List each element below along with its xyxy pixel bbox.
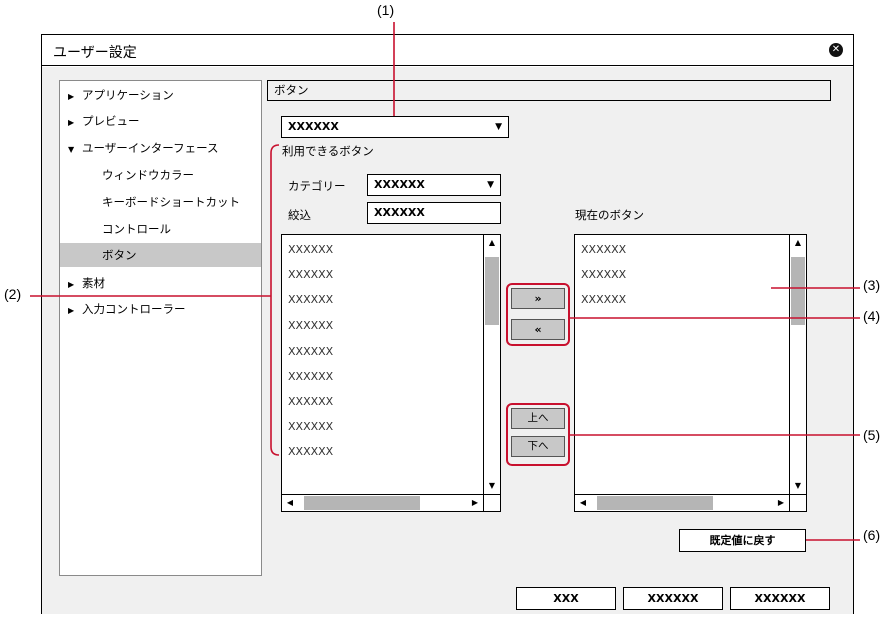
callout-4: (4): [863, 308, 881, 324]
category-dropdown[interactable]: XXXXXX ▼: [367, 174, 501, 196]
scroll-corner: [789, 494, 806, 511]
expand-arrow-icon: ▶: [68, 92, 75, 101]
collapse-arrow-icon: ▼: [68, 145, 75, 154]
available-buttons-label: 利用できるボタン: [282, 144, 374, 158]
tree-item-label: ボタン: [102, 248, 137, 262]
footer-button-1[interactable]: XXX: [516, 587, 616, 610]
vertical-scrollbar[interactable]: ▲ ▼: [789, 235, 806, 494]
move-down-button[interactable]: 下へ: [511, 436, 565, 457]
filter-label: 絞込: [288, 208, 311, 222]
scroll-down-icon[interactable]: ▼: [484, 478, 500, 494]
footer-button-3[interactable]: XXXXXX: [730, 587, 830, 610]
tree-item-label: アプリケーション: [82, 88, 174, 102]
dialog-title: ユーザー設定: [53, 45, 137, 61]
list-item[interactable]: XXXXXX: [581, 291, 626, 309]
chevron-down-icon: ▼: [495, 122, 502, 132]
close-icon[interactable]: ✕: [829, 43, 843, 57]
footer-button-2[interactable]: XXXXXX: [623, 587, 723, 610]
list-item[interactable]: XXXXXX: [288, 418, 333, 436]
list-item[interactable]: XXXXXX: [288, 266, 333, 284]
list-item[interactable]: XXXXXX: [288, 343, 333, 361]
scroll-thumb[interactable]: [597, 496, 713, 510]
list-item[interactable]: XXXXXX: [288, 241, 333, 259]
current-buttons-list[interactable]: XXXXXX XXXXXX XXXXXX ▲ ▼ ◀ ▶: [574, 234, 807, 512]
move-up-button[interactable]: 上へ: [511, 408, 565, 429]
tree-item-label: ウィンドウカラー: [102, 168, 194, 182]
tree-item-keyboard-shortcut[interactable]: キーボードショートカット: [102, 190, 258, 214]
target-dropdown[interactable]: XXXXXX ▼: [281, 116, 509, 138]
scroll-down-icon[interactable]: ▼: [790, 478, 806, 494]
expand-arrow-icon: ▶: [68, 280, 75, 289]
tree-item-window-color[interactable]: ウィンドウカラー: [102, 163, 258, 187]
list-item[interactable]: XXXXXX: [288, 317, 333, 335]
scroll-up-icon[interactable]: ▲: [790, 235, 806, 251]
scroll-right-icon[interactable]: ▶: [773, 495, 789, 511]
tree-item-application[interactable]: ▶ アプリケーション: [68, 83, 258, 107]
list-item[interactable]: XXXXXX: [581, 266, 626, 284]
tree-item-user-interface[interactable]: ▼ ユーザーインターフェース: [68, 136, 258, 160]
available-buttons-list[interactable]: XXXXXX XXXXXX XXXXXX XXXXXX XXXXXX XXXXX…: [281, 234, 501, 512]
tree-item-input-controller[interactable]: ▶ 入力コントローラー: [68, 297, 258, 321]
tree-item-preview[interactable]: ▶ プレビュー: [68, 109, 258, 133]
section-header: ボタン: [267, 80, 831, 101]
scroll-thumb[interactable]: [791, 257, 805, 325]
list-item[interactable]: XXXXXX: [288, 393, 333, 411]
current-buttons-label: 現在のボタン: [575, 208, 644, 222]
tree-item-buttons[interactable]: ボタン: [60, 243, 261, 267]
vertical-scrollbar[interactable]: ▲ ▼: [483, 235, 500, 494]
tree-item-control[interactable]: コントロール: [102, 217, 258, 241]
list-item[interactable]: XXXXXX: [288, 443, 333, 461]
tree-item-label: キーボードショートカット: [102, 195, 240, 209]
tree-item-label: コントロール: [102, 222, 171, 236]
title-bar: ユーザー設定 ✕: [42, 35, 853, 66]
tree-item-label: ユーザーインターフェース: [82, 141, 219, 155]
list-item[interactable]: XXXXXX: [288, 368, 333, 386]
expand-arrow-icon: ▶: [68, 306, 75, 315]
horizontal-scrollbar[interactable]: ◀ ▶: [282, 494, 483, 511]
tree-item-label: プレビュー: [82, 114, 140, 128]
callout-5: (5): [863, 427, 881, 443]
callout-6: (6): [863, 527, 881, 543]
chevron-down-icon: ▼: [487, 180, 494, 190]
scroll-thumb[interactable]: [304, 496, 420, 510]
target-dropdown-value: XXXXXX: [288, 120, 339, 133]
scroll-thumb[interactable]: [485, 257, 499, 325]
remove-button[interactable]: «: [511, 319, 565, 340]
callout-3: (3): [863, 277, 881, 293]
list-item[interactable]: XXXXXX: [581, 241, 626, 259]
callout-1: (1): [377, 2, 395, 18]
scroll-left-icon[interactable]: ◀: [575, 495, 591, 511]
scroll-up-icon[interactable]: ▲: [484, 235, 500, 251]
scroll-right-icon[interactable]: ▶: [467, 495, 483, 511]
tree-item-label: 入力コントローラー: [82, 302, 186, 316]
category-dropdown-value: XXXXXX: [374, 178, 425, 191]
tree-item-label: 素材: [82, 276, 105, 290]
scroll-left-icon[interactable]: ◀: [282, 495, 298, 511]
filter-input[interactable]: XXXXXX: [367, 202, 501, 224]
horizontal-scrollbar[interactable]: ◀ ▶: [575, 494, 789, 511]
callout-2: (2): [4, 286, 22, 302]
expand-arrow-icon: ▶: [68, 118, 75, 127]
reset-defaults-button[interactable]: 既定値に戻す: [679, 529, 806, 552]
list-item[interactable]: XXXXXX: [288, 291, 333, 309]
settings-tree: ▶ アプリケーション ▶ プレビュー ▼ ユーザーインターフェース ウィンドウカラー …: [59, 80, 262, 576]
add-button[interactable]: »: [511, 288, 565, 309]
scroll-corner: [483, 494, 500, 511]
category-label: カテゴリー: [288, 179, 346, 193]
tree-item-material[interactable]: ▶ 素材: [68, 271, 258, 295]
